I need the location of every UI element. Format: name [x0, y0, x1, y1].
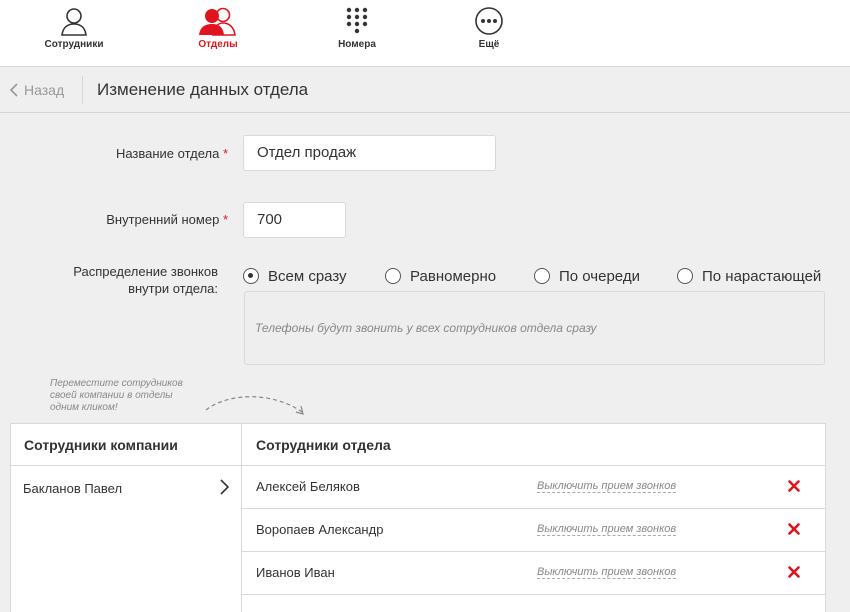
group-icon [196, 5, 240, 37]
nav-label-more: Ещё [478, 39, 500, 50]
remove-icon[interactable] [788, 523, 800, 535]
nav-label-departments: Отделы [198, 39, 238, 50]
radio-checked-icon [243, 268, 259, 284]
remove-icon[interactable] [788, 480, 800, 492]
drag-tip: Переместите сотрудников своей компании в… [50, 378, 200, 414]
radio-label: По нарастающей [702, 267, 822, 285]
tip-line1: Переместите сотрудников [50, 378, 183, 389]
department-employees-panel: Сотрудники отдела Алексей Беляков Выключ… [242, 423, 826, 612]
company-employees-title: Сотрудники компании [24, 437, 178, 453]
back-label: Назад [24, 82, 65, 98]
radio-label: По очереди [559, 267, 640, 285]
distribution-label-line1: Распределение звонков [73, 264, 218, 279]
tip-line2: своей компании в отделы [50, 390, 173, 401]
department-name-input[interactable]: Отдел продаж [243, 135, 496, 171]
chevron-left-icon [9, 83, 18, 97]
back-button[interactable]: Назад [9, 81, 64, 99]
page-title: Изменение данных отдела [97, 80, 309, 99]
header-divider [82, 76, 83, 104]
top-navigation: Сотрудники Отделы Номера Ещё [0, 0, 850, 67]
nav-item-more[interactable]: Ещё [429, 0, 549, 66]
person-icon [59, 5, 89, 37]
distribution-label-line2: внутри отдела: [128, 281, 218, 296]
radio-evenly[interactable]: Равномерно [385, 266, 496, 286]
radio-label: Всем сразу [268, 267, 347, 285]
department-name-label: Название отдела * [116, 146, 228, 161]
nav-label-numbers: Номера [338, 39, 376, 50]
department-employees-header: Сотрудники отдела [242, 424, 825, 466]
disable-calls-link[interactable]: Выключить прием звонков [537, 566, 677, 579]
disable-calls-link[interactable]: Выключить прием звонков [537, 480, 677, 493]
keypad-icon [345, 5, 369, 37]
nav-item-numbers[interactable]: Номера [297, 0, 417, 66]
table-row: Воропаев Александр Выключить прием звонк… [242, 509, 825, 552]
extension-label-text: Внутренний номер [106, 212, 220, 227]
tip-line3: одним кликом! [50, 402, 118, 413]
distribution-hint-box: Телефоны будут звонить у всех сотруднико… [244, 291, 825, 365]
radio-all-at-once[interactable]: Всем сразу [243, 266, 347, 286]
extension-label: Внутренний номер * [106, 212, 228, 227]
employee-name: Бакланов Павел [23, 481, 123, 496]
required-mark: * [222, 146, 228, 161]
member-name: Воропаев Александр [256, 522, 384, 537]
distribution-label: Распределение звонков внутри отдела: [73, 263, 218, 297]
extension-input[interactable]: 700 [243, 202, 346, 238]
radio-unchecked-icon [385, 268, 401, 284]
member-name: Алексей Беляков [256, 479, 360, 494]
required-mark: * [222, 212, 228, 227]
curved-arrow-icon [205, 396, 304, 415]
radio-unchecked-icon [677, 268, 693, 284]
nav-label-employees: Сотрудники [44, 39, 104, 50]
table-row: Иванов Иван Выключить прием звонков [242, 552, 825, 595]
nav-item-departments[interactable]: Отделы [158, 0, 278, 66]
member-name: Иванов Иван [256, 565, 335, 580]
radio-incrementally[interactable]: По нарастающей [677, 266, 821, 286]
distribution-hint: Телефоны будут звонить у всех сотруднико… [255, 321, 597, 335]
department-name-label-text: Название отдела [115, 146, 220, 161]
more-icon [474, 5, 504, 37]
remove-icon[interactable] [788, 566, 800, 578]
disable-calls-link[interactable]: Выключить прием звонков [537, 523, 677, 536]
list-item[interactable]: Бакланов Павел [11, 466, 241, 509]
table-row: Алексей Беляков Выключить прием звонков [242, 466, 825, 509]
radio-label: Равномерно [410, 267, 497, 285]
department-employees-title: Сотрудники отдела [256, 437, 391, 453]
company-employees-panel: Сотрудники компании Бакланов Павел [10, 423, 242, 612]
nav-item-employees[interactable]: Сотрудники [14, 0, 134, 66]
chevron-right-icon[interactable] [219, 479, 229, 495]
radio-unchecked-icon [534, 268, 550, 284]
radio-in-turn[interactable]: По очереди [534, 266, 640, 286]
company-employees-header: Сотрудники компании [11, 424, 241, 466]
